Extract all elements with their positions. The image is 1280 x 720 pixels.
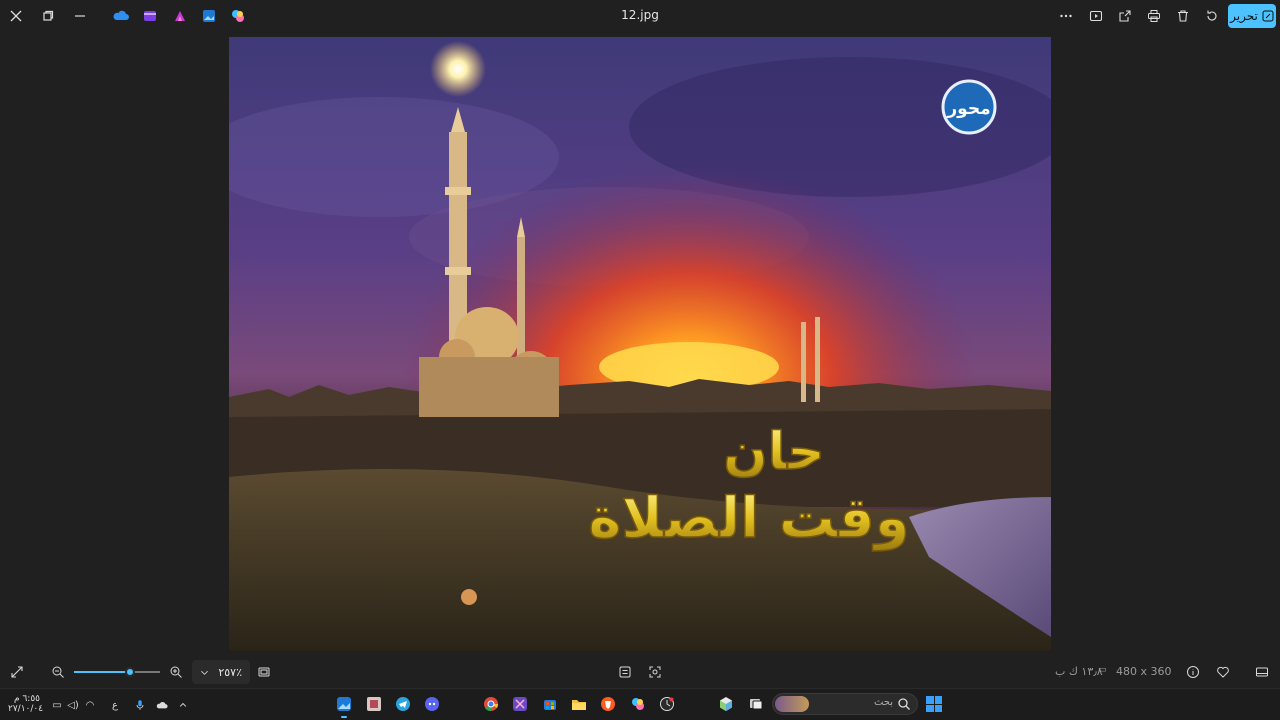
cloud-icon[interactable] <box>155 698 169 712</box>
taskbar-search[interactable]: بحث <box>772 693 918 715</box>
chevron-down-icon <box>201 670 208 675</box>
title-bar: 12.jpg تحرير <box>0 0 1280 32</box>
snipping-tool-icon[interactable] <box>512 696 528 712</box>
clock-date: ٢٧/١٠/٠٤ <box>8 704 44 714</box>
designer-icon[interactable] <box>172 8 188 24</box>
layout-icon[interactable] <box>1250 660 1274 684</box>
program-title-line2: وقت الصلاة <box>588 486 909 551</box>
clock-time: ٦:٥٥ م <box>14 694 40 704</box>
zoom-in-icon[interactable] <box>164 660 188 684</box>
search-placeholder: بحث <box>873 697 893 708</box>
discord-icon[interactable] <box>424 696 440 712</box>
image-recognize-icon[interactable] <box>643 660 667 684</box>
close-icon[interactable] <box>4 4 28 28</box>
clock-app-icon[interactable] <box>659 696 675 712</box>
minimize-icon[interactable] <box>68 4 92 28</box>
zoom-level-select[interactable]: ٢٥٧٪ <box>192 660 250 684</box>
delete-icon[interactable] <box>1171 4 1195 28</box>
channel-logo-text: محور <box>946 99 990 119</box>
image-dimensions-text: 480 x 360 <box>1116 665 1172 678</box>
chrome-icon[interactable] <box>483 696 499 712</box>
clipchamp-icon[interactable] <box>142 8 158 24</box>
windows-logo-tile <box>934 704 942 712</box>
displayed-photo: محور حان وقت الصلاة <box>229 37 1051 651</box>
battery-icon[interactable]: ▭ <box>50 698 64 712</box>
program-title-line1: حان <box>723 422 824 482</box>
store-icon[interactable] <box>542 696 558 712</box>
windows-logo-tile <box>926 704 934 712</box>
picture-app-icon[interactable] <box>366 696 382 712</box>
search-icon <box>898 698 910 710</box>
share-icon[interactable] <box>1113 4 1137 28</box>
more-icon[interactable] <box>1054 4 1078 28</box>
photos-app-icon[interactable] <box>336 696 352 712</box>
print-icon[interactable] <box>1142 4 1166 28</box>
taskbar: ٦:٥٥ م ٢٧/١٠/٠٤ ▭ ◁) ◠ ع بحث <box>0 688 1280 720</box>
zoom-level-value: ٢٥٧٪ <box>218 665 242 679</box>
edit-button[interactable]: تحرير <box>1228 4 1276 28</box>
bottom-toolbar: ٢٥٧٪ ١٣٫٨ ك ب ▭ 480 x 360 <box>0 656 1280 688</box>
fullscreen-icon[interactable] <box>5 660 29 684</box>
copilot-app-icon[interactable] <box>630 696 646 712</box>
rotate-icon[interactable] <box>1200 4 1224 28</box>
zoom-slider-fill <box>74 671 130 673</box>
input-language[interactable]: ع <box>108 698 122 712</box>
slideshow-icon[interactable] <box>1084 4 1108 28</box>
clock[interactable]: ٦:٥٥ م ٢٧/١٠/٠٤ <box>8 694 44 714</box>
windows-logo-tile <box>934 696 942 704</box>
zoom-slider-thumb[interactable] <box>124 667 135 677</box>
zoom-out-icon[interactable] <box>46 660 70 684</box>
file-size-text: ١٣٫٨ ك ب <box>1055 665 1103 678</box>
3d-app-icon[interactable] <box>718 696 734 712</box>
edit-icon <box>1262 10 1274 22</box>
search-highlight-image <box>775 696 809 712</box>
onedrive-icon[interactable] <box>113 8 129 24</box>
restore-icon[interactable] <box>36 4 60 28</box>
wifi-icon[interactable]: ◠ <box>83 698 97 712</box>
active-app-indicator <box>341 716 347 718</box>
chevron-up-icon[interactable] <box>176 698 190 712</box>
volume-icon[interactable]: ◁) <box>66 698 80 712</box>
copilot-icon[interactable] <box>230 8 246 24</box>
brave-icon[interactable] <box>600 696 616 712</box>
info-icon[interactable] <box>1181 660 1205 684</box>
start-button[interactable] <box>926 696 942 712</box>
microphone-icon[interactable] <box>133 698 147 712</box>
task-view-icon[interactable] <box>748 696 764 712</box>
photos-icon[interactable] <box>201 8 217 24</box>
edit-label: تحرير <box>1230 9 1258 23</box>
file-size-icon: ▭ <box>1098 665 1107 675</box>
window-title: 12.jpg <box>621 8 659 22</box>
telegram-icon[interactable] <box>395 696 411 712</box>
fit-icon[interactable] <box>252 660 276 684</box>
windows-logo-tile <box>926 696 934 704</box>
favorite-icon[interactable] <box>1211 660 1235 684</box>
file-explorer-icon[interactable] <box>571 696 587 712</box>
filmstrip-icon[interactable] <box>613 660 637 684</box>
zoom-slider[interactable] <box>74 667 160 677</box>
